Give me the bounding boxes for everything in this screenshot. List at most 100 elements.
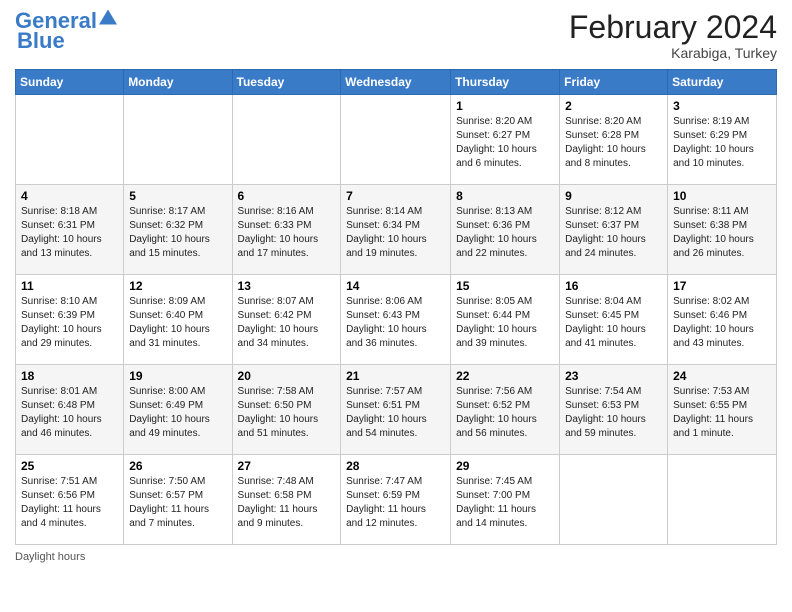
day-info: Sunrise: 8:14 AM Sunset: 6:34 PM Dayligh… xyxy=(346,205,445,261)
day-number: 29 xyxy=(456,459,554,473)
logo-blue: Blue xyxy=(17,28,65,54)
day-info: Sunrise: 7:47 AM Sunset: 6:59 PM Dayligh… xyxy=(346,475,445,531)
day-info: Sunrise: 7:53 AM Sunset: 6:55 PM Dayligh… xyxy=(673,385,771,441)
day-info: Sunrise: 8:02 AM Sunset: 6:46 PM Dayligh… xyxy=(673,295,771,351)
day-of-week-thursday: Thursday xyxy=(451,70,560,95)
day-info: Sunrise: 8:07 AM Sunset: 6:42 PM Dayligh… xyxy=(238,295,336,351)
day-info: Sunrise: 8:19 AM Sunset: 6:29 PM Dayligh… xyxy=(673,115,771,171)
day-info: Sunrise: 8:20 AM Sunset: 6:28 PM Dayligh… xyxy=(565,115,662,171)
calendar-cell xyxy=(560,455,668,545)
calendar-cell: 25 Sunrise: 7:51 AM Sunset: 6:56 PM Dayli… xyxy=(16,455,124,545)
calendar-cell: 12 Sunrise: 8:09 AM Sunset: 6:40 PM Dayli… xyxy=(124,275,232,365)
calendar-cell: 24Sunrise: 7:53 AM Sunset: 6:55 PM Dayli… xyxy=(668,365,777,455)
calendar-cell: 10 Sunrise: 8:11 AM Sunset: 6:38 PM Dayli… xyxy=(668,185,777,275)
day-number: 13 xyxy=(238,279,336,293)
calendar-cell: 29 Sunrise: 7:45 AM Sunset: 7:00 PM Dayli… xyxy=(451,455,560,545)
day-number: 23 xyxy=(565,369,662,383)
day-info: Sunrise: 8:10 AM Sunset: 6:39 PM Dayligh… xyxy=(21,295,118,351)
calendar-table: SundayMondayTuesdayWednesdayThursdayFrid… xyxy=(15,69,777,545)
days-of-week-row: SundayMondayTuesdayWednesdayThursdayFrid… xyxy=(16,70,777,95)
day-info: Sunrise: 7:54 AM Sunset: 6:53 PM Dayligh… xyxy=(565,385,662,441)
calendar-cell: 23 Sunrise: 7:54 AM Sunset: 6:53 PM Dayli… xyxy=(560,365,668,455)
week-row-5: 25 Sunrise: 7:51 AM Sunset: 6:56 PM Dayli… xyxy=(16,455,777,545)
day-info: Sunrise: 8:11 AM Sunset: 6:38 PM Dayligh… xyxy=(673,205,771,261)
day-number: 15 xyxy=(456,279,554,293)
calendar-cell: 14 Sunrise: 8:06 AM Sunset: 6:43 PM Dayli… xyxy=(341,275,451,365)
day-number: 7 xyxy=(346,189,445,203)
day-info: Sunrise: 7:58 AM Sunset: 6:50 PM Dayligh… xyxy=(238,385,336,441)
calendar-cell: 7 Sunrise: 8:14 AM Sunset: 6:34 PM Daylig… xyxy=(341,185,451,275)
calendar-cell: 19 Sunrise: 8:00 AM Sunset: 6:49 PM Dayli… xyxy=(124,365,232,455)
calendar-cell: 16 Sunrise: 8:04 AM Sunset: 6:45 PM Dayli… xyxy=(560,275,668,365)
day-number: 25 xyxy=(21,459,118,473)
day-number: 27 xyxy=(238,459,336,473)
day-number: 20 xyxy=(238,369,336,383)
calendar-cell: 5 Sunrise: 8:17 AM Sunset: 6:32 PM Daylig… xyxy=(124,185,232,275)
calendar-cell xyxy=(341,95,451,185)
calendar-cell: 13 Sunrise: 8:07 AM Sunset: 6:42 PM Dayli… xyxy=(232,275,341,365)
calendar-cell: 18Sunrise: 8:01 AM Sunset: 6:48 PM Dayli… xyxy=(16,365,124,455)
day-of-week-saturday: Saturday xyxy=(668,70,777,95)
calendar-cell: 15 Sunrise: 8:05 AM Sunset: 6:44 PM Dayli… xyxy=(451,275,560,365)
day-info: Sunrise: 7:45 AM Sunset: 7:00 PM Dayligh… xyxy=(456,475,554,531)
day-number: 4 xyxy=(21,189,118,203)
day-info: Sunrise: 8:05 AM Sunset: 6:44 PM Dayligh… xyxy=(456,295,554,351)
day-number: 10 xyxy=(673,189,771,203)
calendar-cell: 3 Sunrise: 8:19 AM Sunset: 6:29 PM Daylig… xyxy=(668,95,777,185)
calendar-cell: 17 Sunrise: 8:02 AM Sunset: 6:46 PM Dayli… xyxy=(668,275,777,365)
day-number: 6 xyxy=(238,189,336,203)
calendar-cell xyxy=(124,95,232,185)
day-info: Sunrise: 7:48 AM Sunset: 6:58 PM Dayligh… xyxy=(238,475,336,531)
calendar-cell: 27 Sunrise: 7:48 AM Sunset: 6:58 PM Dayli… xyxy=(232,455,341,545)
day-number: 28 xyxy=(346,459,445,473)
day-info: Sunrise: 7:57 AM Sunset: 6:51 PM Dayligh… xyxy=(346,385,445,441)
title-block: February 2024 Karabiga, Turkey xyxy=(569,10,777,61)
calendar-cell: 21 Sunrise: 7:57 AM Sunset: 6:51 PM Dayli… xyxy=(341,365,451,455)
header: General Blue February 2024 Karabiga, Tur… xyxy=(15,10,777,61)
day-info: Sunrise: 8:01 AM Sunset: 6:48 PM Dayligh… xyxy=(21,385,118,441)
day-number: 14 xyxy=(346,279,445,293)
day-of-week-wednesday: Wednesday xyxy=(341,70,451,95)
calendar-cell: 11 Sunrise: 8:10 AM Sunset: 6:39 PM Dayli… xyxy=(16,275,124,365)
calendar-page: General Blue February 2024 Karabiga, Tur… xyxy=(0,0,792,612)
week-row-2: 4Sunrise: 8:18 AM Sunset: 6:31 PM Daylig… xyxy=(16,185,777,275)
day-number: 5 xyxy=(129,189,226,203)
day-number: 19 xyxy=(129,369,226,383)
day-of-week-sunday: Sunday xyxy=(16,70,124,95)
day-number: 1 xyxy=(456,99,554,113)
day-info: Sunrise: 7:56 AM Sunset: 6:52 PM Dayligh… xyxy=(456,385,554,441)
day-number: 3 xyxy=(673,99,771,113)
day-info: Sunrise: 8:04 AM Sunset: 6:45 PM Dayligh… xyxy=(565,295,662,351)
day-number: 16 xyxy=(565,279,662,293)
day-of-week-monday: Monday xyxy=(124,70,232,95)
calendar-cell: 1Sunrise: 8:20 AM Sunset: 6:27 PM Daylig… xyxy=(451,95,560,185)
day-info: Sunrise: 7:51 AM Sunset: 6:56 PM Dayligh… xyxy=(21,475,118,531)
day-info: Sunrise: 8:12 AM Sunset: 6:37 PM Dayligh… xyxy=(565,205,662,261)
day-info: Sunrise: 8:09 AM Sunset: 6:40 PM Dayligh… xyxy=(129,295,226,351)
calendar-cell: 6 Sunrise: 8:16 AM Sunset: 6:33 PM Daylig… xyxy=(232,185,341,275)
logo-icon xyxy=(99,8,117,26)
calendar-cell: 8Sunrise: 8:13 AM Sunset: 6:36 PM Daylig… xyxy=(451,185,560,275)
calendar-body: 1Sunrise: 8:20 AM Sunset: 6:27 PM Daylig… xyxy=(16,95,777,545)
daylight-note: Daylight hours xyxy=(15,551,85,563)
day-info: Sunrise: 7:50 AM Sunset: 6:57 PM Dayligh… xyxy=(129,475,226,531)
logo: General Blue xyxy=(15,10,117,54)
week-row-4: 18Sunrise: 8:01 AM Sunset: 6:48 PM Dayli… xyxy=(16,365,777,455)
day-number: 8 xyxy=(456,189,554,203)
calendar-cell: 2 Sunrise: 8:20 AM Sunset: 6:28 PM Daylig… xyxy=(560,95,668,185)
calendar-header: SundayMondayTuesdayWednesdayThursdayFrid… xyxy=(16,70,777,95)
calendar-cell: 26Sunrise: 7:50 AM Sunset: 6:57 PM Dayli… xyxy=(124,455,232,545)
calendar-cell xyxy=(232,95,341,185)
day-number: 11 xyxy=(21,279,118,293)
day-number: 12 xyxy=(129,279,226,293)
day-number: 17 xyxy=(673,279,771,293)
location: Karabiga, Turkey xyxy=(569,45,777,61)
day-number: 2 xyxy=(565,99,662,113)
footer-note: Daylight hours xyxy=(15,551,777,563)
day-info: Sunrise: 8:00 AM Sunset: 6:49 PM Dayligh… xyxy=(129,385,226,441)
day-number: 21 xyxy=(346,369,445,383)
day-number: 22 xyxy=(456,369,554,383)
day-info: Sunrise: 8:17 AM Sunset: 6:32 PM Dayligh… xyxy=(129,205,226,261)
day-info: Sunrise: 8:06 AM Sunset: 6:43 PM Dayligh… xyxy=(346,295,445,351)
day-info: Sunrise: 8:16 AM Sunset: 6:33 PM Dayligh… xyxy=(238,205,336,261)
